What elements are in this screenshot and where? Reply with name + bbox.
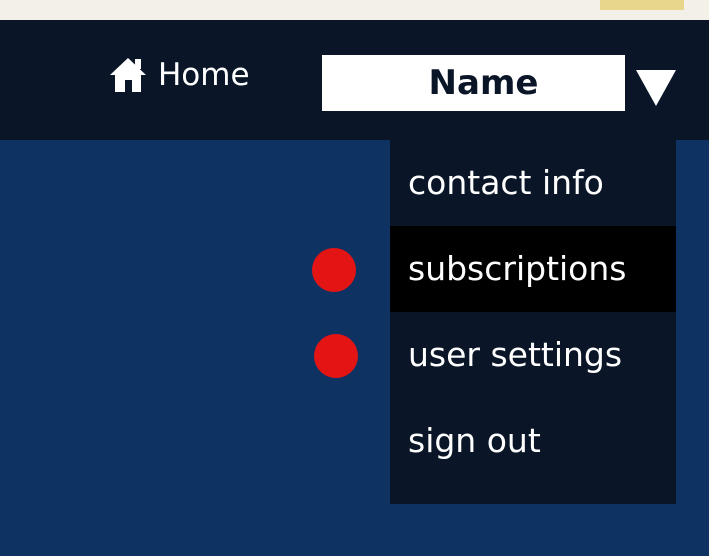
home-link[interactable]: Home	[108, 50, 250, 100]
menu-item-sign-out[interactable]: sign out	[390, 398, 676, 484]
home-icon	[110, 58, 146, 92]
triangle-down-icon	[636, 70, 676, 106]
marker-dot-subscriptions	[312, 248, 356, 292]
menu-item-label: contact info	[408, 163, 604, 202]
menu-item-label: sign out	[408, 421, 541, 460]
top-strip	[0, 0, 709, 20]
menu-item-label: user settings	[408, 335, 623, 374]
dropdown-toggle[interactable]	[634, 68, 678, 108]
top-strip-accent	[600, 0, 684, 10]
user-menu: contact info subscriptions user settings…	[390, 140, 676, 504]
user-name-dropdown[interactable]: Name	[322, 55, 625, 111]
user-name-label: Name	[428, 63, 539, 103]
menu-item-label: subscriptions	[408, 249, 627, 288]
menu-item-subscriptions[interactable]: subscriptions	[390, 226, 676, 312]
menu-item-contact-info[interactable]: contact info	[390, 140, 676, 226]
marker-dot-user-settings	[314, 334, 358, 378]
menu-item-user-settings[interactable]: user settings	[390, 312, 676, 398]
home-label: Home	[158, 57, 250, 93]
